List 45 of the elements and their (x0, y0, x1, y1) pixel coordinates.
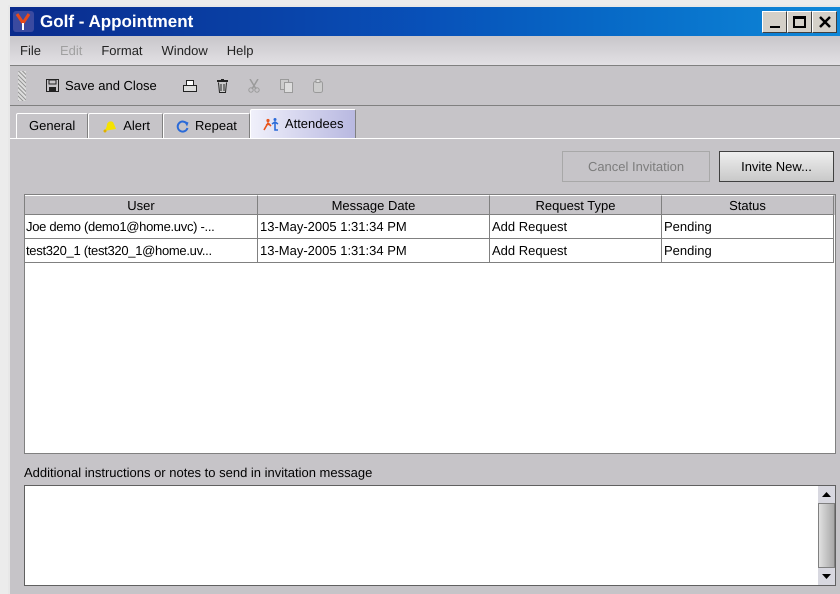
column-header[interactable]: User (25, 195, 258, 215)
table-cell: Joe demo (demo1@home.uvc) -... (25, 215, 258, 239)
menu-item[interactable]: Help (226, 40, 254, 60)
close-icon (818, 16, 830, 28)
tab[interactable]: Attendees (250, 109, 356, 138)
people-icon (262, 118, 279, 130)
invite-new-button[interactable]: Invite New... (719, 151, 834, 182)
minimize-button[interactable] (762, 10, 787, 32)
tab[interactable]: General (16, 113, 88, 138)
table-cell: Pending (662, 239, 834, 263)
copy-icon (280, 78, 293, 92)
column-header[interactable]: Message Date (258, 195, 490, 215)
maximize-button[interactable] (787, 10, 812, 32)
table-cell: test320_1 (test320_1@home.uv... (25, 239, 258, 263)
minimize-icon (770, 26, 780, 28)
column-header[interactable]: Status (662, 195, 834, 215)
close-button[interactable] (812, 10, 837, 32)
table-cell: 13-May-2005 1:31:34 PM (258, 239, 490, 263)
table-cell: Add Request (490, 215, 662, 239)
notes-field[interactable] (24, 484, 836, 586)
scroll-down-icon[interactable] (822, 574, 831, 579)
scissors-icon (248, 78, 260, 92)
trash-icon (216, 78, 228, 92)
table-cell: Pending (662, 215, 834, 239)
scroll-thumb[interactable] (818, 502, 835, 568)
notes-label: Additional instructions or notes to send in invitation message (24, 464, 374, 482)
printer-icon (182, 80, 197, 92)
menu-item[interactable]: File (20, 40, 41, 60)
tab[interactable]: Alert (88, 113, 163, 138)
bell-icon (101, 120, 118, 132)
window-title: Golf - Appointment (40, 10, 194, 33)
menu-item[interactable]: Window (162, 40, 208, 60)
table-cell: Add Request (490, 239, 662, 263)
column-header[interactable]: Request Type (490, 195, 662, 215)
app-logo-icon (13, 11, 34, 32)
table-cell: 13-May-2005 1:31:34 PM (258, 215, 490, 239)
menu-item[interactable]: Format (101, 40, 143, 60)
save-close-button[interactable]: Save and Close (38, 72, 165, 100)
grip-handle[interactable] (18, 70, 26, 100)
maximize-icon (793, 16, 806, 28)
tab[interactable]: Repeat (162, 113, 250, 138)
scrollbar[interactable] (818, 486, 835, 585)
clipboard-icon (312, 78, 323, 92)
scroll-up-icon[interactable] (822, 492, 831, 496)
circular-arrow-icon (176, 120, 189, 132)
